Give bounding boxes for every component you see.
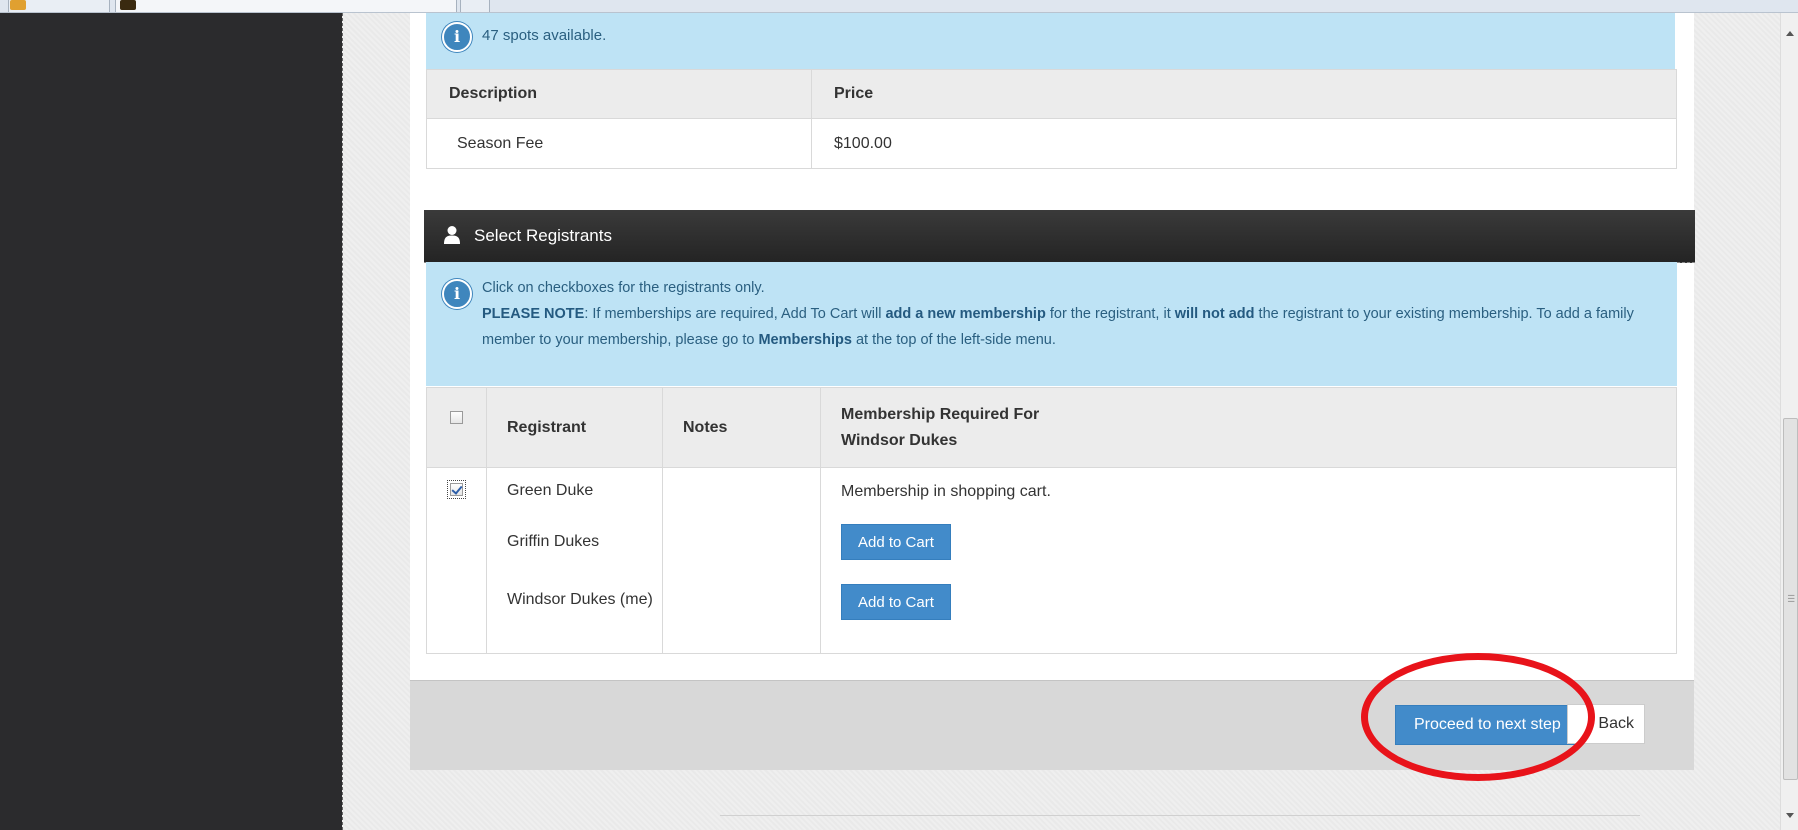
- left-sidebar: [0, 13, 342, 830]
- registrants-header-row: Registrant Notes Membership Required For…: [426, 387, 1677, 468]
- info-icon: i: [442, 279, 472, 309]
- price-table-header-row: Description Price: [426, 69, 1677, 119]
- registrant-name: Green Duke: [507, 482, 594, 499]
- note-label: PLEASE NOTE: [482, 306, 585, 322]
- registrant-name: Windsor Dukes (me): [507, 591, 653, 608]
- browser-tab-strip: [0, 0, 1798, 13]
- note-text: for the registrant, it: [1045, 306, 1175, 322]
- note-bold: will not add: [1174, 306, 1255, 322]
- scroll-up-arrow-icon[interactable]: [1786, 31, 1794, 36]
- scroll-down-arrow-icon[interactable]: [1786, 813, 1794, 818]
- header-notes: Notes: [662, 387, 821, 468]
- registrants-table: Registrant Notes Membership Required For…: [426, 387, 1677, 654]
- section-title: Select Registrants: [474, 226, 612, 245]
- divider: [720, 815, 1640, 816]
- availability-banner: i 47 spots available.: [426, 13, 1675, 69]
- scrollbar-thumb[interactable]: ─ ─ ─: [1783, 418, 1798, 780]
- registrant-checkbox[interactable]: [447, 480, 466, 499]
- user-icon: [444, 226, 460, 244]
- membership-action: Add to Cart: [841, 570, 1676, 634]
- header-membership-line1: Membership Required For: [841, 405, 1040, 423]
- browser-tab-active[interactable]: [115, 0, 457, 12]
- proceed-button[interactable]: Proceed to next step: [1395, 705, 1580, 745]
- scrollbar-grip-icon: ─ ─ ─: [1788, 590, 1795, 606]
- row-checkbox-cell: [426, 467, 487, 654]
- header-membership: Membership Required For Windsor Dukes: [820, 387, 1677, 468]
- form-footer: Proceed to next step Back: [410, 680, 1694, 770]
- note-bold: add a new membership: [885, 306, 1046, 322]
- note-text: at the top of the left-side menu.: [851, 332, 1056, 348]
- memberships-link: Memberships: [758, 332, 852, 348]
- info-note: PLEASE NOTE: If memberships are required…: [482, 301, 1662, 353]
- table-row: Green Duke Griffin Dukes Windsor Dukes (…: [426, 467, 1677, 654]
- membership-status: Membership in shopping cart.: [841, 483, 1051, 500]
- registrants-info-text: Click on checkboxes for the registrants …: [482, 275, 1662, 353]
- select-all-checkbox[interactable]: [450, 411, 463, 424]
- price-header-price: Price: [811, 69, 1677, 119]
- add-to-cart-button[interactable]: Add to Cart: [841, 524, 951, 560]
- membership-action: Add to Cart: [841, 514, 1676, 570]
- info-icon: i: [442, 22, 472, 52]
- table-row: Season Fee $100.00: [426, 118, 1677, 169]
- registrants-info-banner: i Click on checkboxes for the registrant…: [426, 262, 1677, 386]
- add-to-cart-button[interactable]: Add to Cart: [841, 584, 951, 620]
- header-membership-line2: Windsor Dukes: [841, 431, 958, 449]
- header-registrant: Registrant: [486, 387, 663, 468]
- registration-panel: i 47 spots available. Description Price …: [410, 13, 1695, 769]
- spots-available-text: 47 spots available.: [482, 27, 607, 44]
- registrant-name: Griffin Dukes: [507, 533, 600, 550]
- new-tab-button[interactable]: [460, 0, 490, 12]
- membership-cell: Membership in shopping cart. Add to Cart…: [820, 467, 1677, 654]
- favicon-icon: [120, 0, 136, 10]
- back-button[interactable]: Back: [1567, 704, 1645, 744]
- price-header-description: Description: [426, 69, 812, 119]
- price-row-description: Season Fee: [426, 118, 812, 169]
- vertical-scrollbar[interactable]: ─ ─ ─: [1780, 13, 1798, 830]
- note-text: : If memberships are required, Add To Ca…: [584, 306, 886, 322]
- info-line: Click on checkboxes for the registrants …: [482, 280, 765, 296]
- favicon-icon: [10, 0, 26, 10]
- select-registrants-header: Select Registrants: [424, 210, 1695, 263]
- price-table: Description Price Season Fee $100.00: [426, 69, 1677, 169]
- price-row-price: $100.00: [811, 118, 1677, 169]
- registrant-names-cell: Green Duke Griffin Dukes Windsor Dukes (…: [486, 467, 663, 654]
- notes-cell: [662, 467, 821, 654]
- select-all-cell: [426, 387, 487, 468]
